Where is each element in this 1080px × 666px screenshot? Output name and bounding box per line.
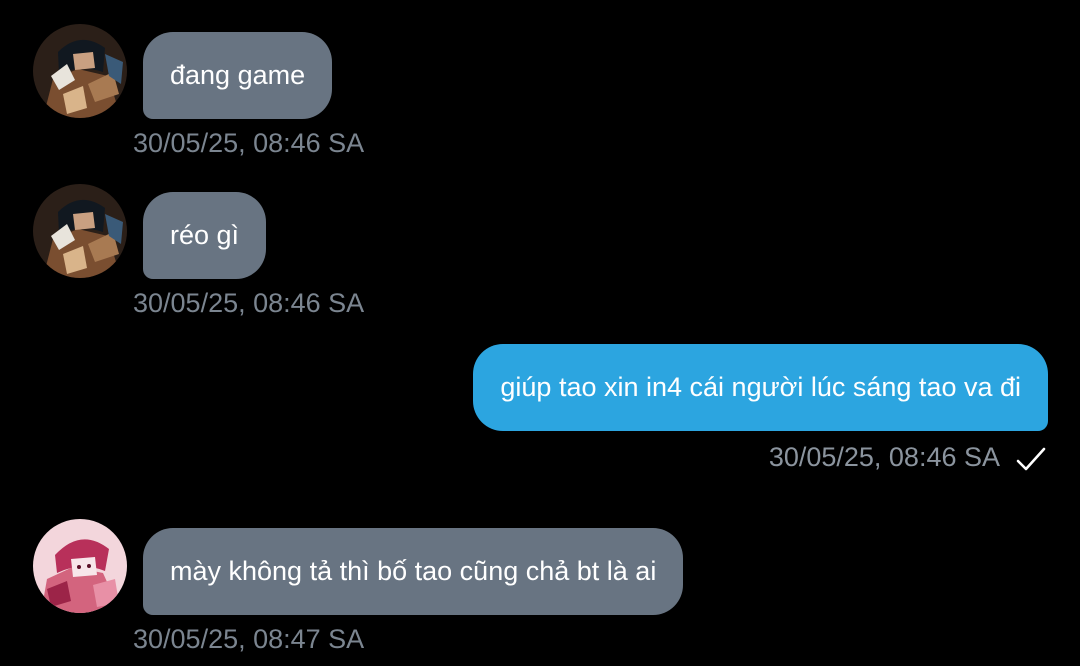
- sender-avatar[interactable]: [33, 184, 127, 278]
- checkmark-icon: [1016, 447, 1046, 471]
- message-timestamp: 30/05/25, 08:46 SA: [133, 288, 365, 318]
- message-text: giúp tao xin in4 cái người lúc sáng tao …: [500, 372, 1021, 402]
- avatar-image-icon: [33, 519, 127, 613]
- message-text: đang game: [170, 60, 306, 90]
- message-bubble-incoming[interactable]: mày không tả thì bố tao cũng chả bt là a…: [143, 528, 684, 615]
- sender-avatar[interactable]: [33, 519, 127, 613]
- message-bubble-incoming[interactable]: đang game: [143, 32, 333, 119]
- sender-avatar[interactable]: [33, 24, 127, 118]
- message-text: réo gì: [170, 220, 240, 250]
- message-timestamp: 30/05/25, 08:47 SA: [133, 624, 365, 654]
- chat-message-list[interactable]: đang game 30/05/25, 08:46 SA réo gì 30/0…: [0, 0, 1080, 666]
- avatar-image-icon: [33, 184, 127, 278]
- message-timestamp: 30/05/25, 08:46 SA: [768, 442, 1000, 472]
- message-bubble-outgoing[interactable]: giúp tao xin in4 cái người lúc sáng tao …: [473, 344, 1048, 431]
- message-text: mày không tả thì bố tao cũng chả bt là a…: [170, 556, 657, 586]
- message-bubble-incoming[interactable]: réo gì: [143, 192, 267, 279]
- avatar-image-icon: [33, 24, 127, 118]
- message-timestamp: 30/05/25, 08:46 SA: [133, 128, 365, 158]
